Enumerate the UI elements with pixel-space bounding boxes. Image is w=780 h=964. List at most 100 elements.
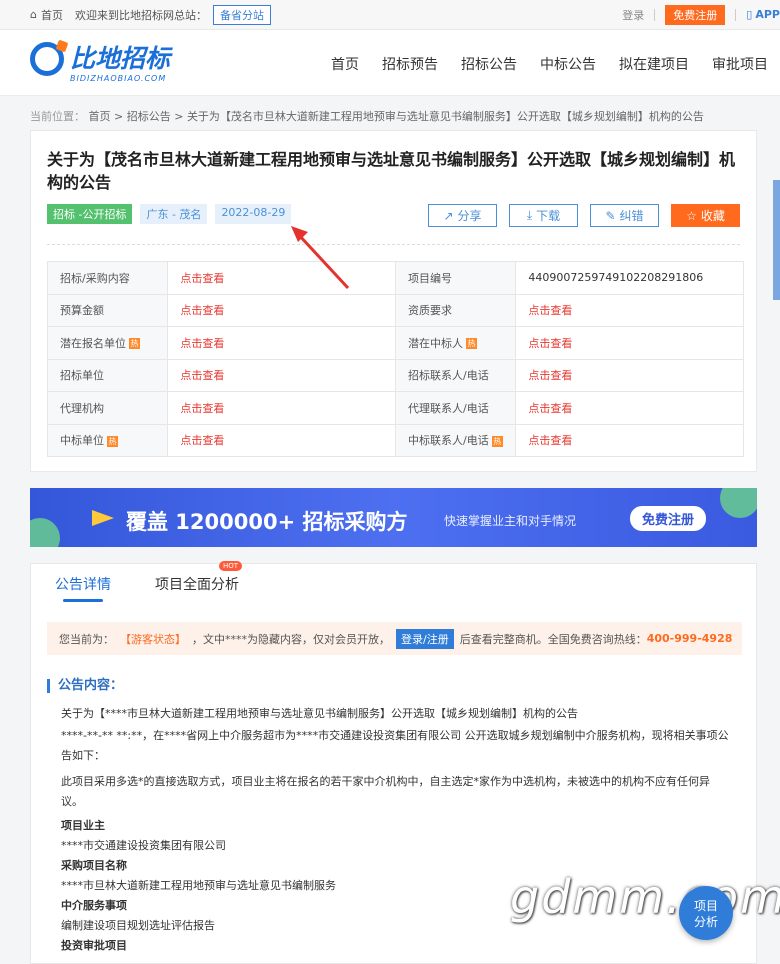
label-agency: 代理机构 (46, 391, 169, 425)
divider (47, 244, 740, 245)
breadcrumb-current: 关于为【茂名市旦林大道新建工程用地预审与选址意见书编制服务】公开选取【城乡规划编… (186, 110, 704, 123)
hot-badge: HOT (219, 561, 243, 571)
hotline-number: 400-999-4928 (646, 632, 733, 645)
branch-button[interactable]: 备省分站 (212, 4, 271, 25)
guest-notice: 您当前为： 【游客状态】 ，文中****为隐藏内容，仅对会员开放， 登录/注册 … (47, 622, 742, 655)
body-line: ****-**-** **:**，在****省网上中介服务超市为****市交通建… (61, 729, 729, 762)
logo-name: 比地招标 (70, 44, 171, 73)
view-link[interactable]: 点击查看 (167, 391, 396, 425)
body-line: 此项目采用多选*的直接选取方式，项目业主将在报名的若干家中介机构中，自主选定*家… (61, 775, 710, 808)
section-title: 公告内容： (47, 679, 123, 693)
table-row: 潜在报名单位热 点击查看 潜在中标人热 点击查看 (46, 326, 744, 360)
nav-approval-projects[interactable]: 审批项目 (712, 54, 768, 74)
nav-home[interactable]: 首页 (331, 54, 359, 74)
favorite-button[interactable]: ☆ 收藏 (671, 204, 740, 227)
logo-mark-icon (30, 42, 64, 76)
watermark: gdmm.com (510, 870, 780, 924)
body-line: ****市交通建设投资集团有限公司 (61, 839, 226, 852)
home-icon: ⌂ (30, 8, 37, 21)
breadcrumb-category[interactable]: 招标公告 (127, 110, 171, 123)
login-register-button[interactable]: 登录/注册 (396, 628, 454, 649)
logo-subtitle: BIDIZHAOBIAO.COM (70, 74, 167, 83)
project-analysis-float-button[interactable]: 项目 分析 (679, 886, 733, 940)
region-badge: 广东 - 茂名 (140, 204, 208, 224)
divider (735, 8, 737, 21)
table-row: 招标单位 点击查看 招标联系人/电话 点击查看 (46, 358, 744, 392)
label-content: 招标/采购内容 (46, 261, 169, 295)
download-icon: ⤓ (526, 208, 533, 222)
nav-award-notice[interactable]: 中标公告 (540, 54, 596, 74)
table-row: 中标单位热 点击查看 中标联系人/电话热 点击查看 (46, 423, 744, 457)
banner-headline: 覆盖 1200000+ 招标采购方 (126, 510, 408, 534)
view-link[interactable]: 点击查看 (167, 358, 396, 392)
register-button[interactable]: 免费注册 (665, 4, 726, 25)
notice-summary-card: 关于为【茂名市旦林大道新建工程用地预审与选址意见书编制服务】公开选取【城乡规划编… (30, 130, 757, 472)
view-link[interactable]: 点击查看 (515, 293, 744, 327)
banner-subtext: 快速掌握业主和对手情况 (444, 514, 577, 528)
leaf-decoration (720, 488, 757, 518)
site-header: 比地招标 BIDIZHAOBIAO.COM 首页 招标预告 招标公告 中标公告 … (0, 30, 780, 96)
date-badge: 2022-08-29 (215, 204, 292, 224)
share-icon: ↗ (443, 208, 454, 223)
info-table: 招标/采购内容 点击查看 项目编号 4409007259749102208291… (46, 261, 744, 457)
body-line: 关于为【****市旦林大道新建工程用地预审与选址意见书编制服务】公开选取【城乡规… (61, 707, 578, 720)
correct-button[interactable]: ✎ 纠错 (590, 204, 659, 227)
label-potential-applicants: 潜在报名单位热 (46, 326, 169, 360)
hot-icon: 热 (129, 338, 140, 350)
view-link[interactable]: 点击查看 (167, 293, 396, 327)
guest-status: 【游客状态】 (120, 632, 186, 646)
leaf-decoration (30, 518, 60, 547)
label-tenderer: 招标单位 (46, 358, 169, 392)
page-title: 关于为【茂名市旦林大道新建工程用地预审与选址意见书编制服务】公开选取【城乡规划编… (47, 150, 736, 192)
hot-icon: 热 (465, 338, 477, 350)
login-link[interactable]: 登录 (622, 7, 644, 23)
table-row: 预算金额 点击查看 资质要求 点击查看 (46, 293, 744, 327)
label-winner-contact: 中标联系人/电话热 (394, 423, 517, 457)
breadcrumb-home[interactable]: 首页 (89, 110, 111, 123)
view-link[interactable]: 点击查看 (167, 261, 396, 295)
red-arrow-annotation (291, 226, 350, 290)
view-link[interactable]: 点击查看 (515, 423, 744, 457)
tab-detail[interactable]: 公告详情 (55, 574, 111, 602)
body-heading: 投资审批项目 (61, 939, 127, 952)
label-agency-contact: 代理联系人/电话 (394, 391, 517, 425)
body-heading: 项目业主 (61, 819, 105, 832)
promo-banner[interactable]: 覆盖 1200000+ 招标采购方 快速掌握业主和对手情况 免费注册 (30, 488, 757, 547)
side-panel-edge (773, 180, 780, 300)
download-button[interactable]: ⤓ 下载 (509, 204, 578, 227)
label-winner: 中标单位热 (46, 423, 169, 457)
share-button[interactable]: ↗ 分享 (428, 204, 497, 227)
view-link[interactable]: 点击查看 (167, 423, 396, 457)
label-budget: 预算金额 (46, 293, 169, 327)
breadcrumb: 当前位置： 首页 > 招标公告 > 关于为【茂名市旦林大道新建工程用地预审与选址… (30, 110, 704, 123)
phone-icon: ▯ (746, 8, 753, 21)
home-link[interactable]: ⌂ 首页 (30, 7, 63, 23)
tab-analysis[interactable]: 项目全面分析 (155, 574, 239, 594)
project-number: 440900725974910220829180​6 (515, 261, 744, 295)
view-link[interactable]: 点击查看 (515, 358, 744, 392)
nav-planned-projects[interactable]: 拟在建项目 (619, 54, 689, 74)
paper-plane-icon (92, 510, 114, 526)
view-link[interactable]: 点击查看 (515, 391, 744, 425)
label-project-number: 项目编号 (394, 261, 517, 295)
table-row: 代理机构 点击查看 代理联系人/电话 点击查看 (46, 391, 744, 425)
hot-icon: 热 (107, 435, 118, 447)
edit-icon: ✎ (605, 208, 616, 223)
label-tender-contact: 招标联系人/电话 (394, 358, 517, 392)
table-row: 招标/采购内容 点击查看 项目编号 4409007259749102208291… (46, 261, 744, 295)
app-link[interactable]: ▯ APP (746, 8, 780, 21)
hot-icon: 热 (491, 435, 503, 447)
banner-register-button[interactable]: 免费注册 (630, 506, 707, 531)
welcome-text: 欢迎来到比地招标网总站： (74, 8, 207, 22)
star-icon: ☆ (686, 208, 697, 223)
detail-tabs: 公告详情 项目全面分析 HOT (30, 561, 757, 605)
nav-tender-preview[interactable]: 招标预告 (382, 54, 438, 74)
view-link[interactable]: 点击查看 (167, 326, 396, 360)
label-potential-winner: 潜在中标人热 (394, 326, 517, 360)
nav-tender-notice[interactable]: 招标公告 (461, 54, 517, 74)
site-logo[interactable]: 比地招标 BIDIZHAOBIAO.COM (30, 42, 171, 83)
main-nav: 首页 招标预告 招标公告 中标公告 拟在建项目 审批项目 (331, 54, 768, 74)
label-qualification: 资质要求 (394, 293, 517, 327)
top-bar: ⌂ 首页 欢迎来到比地招标网总站： 备省分站 登录 免费注册 ▯ APP (0, 0, 780, 30)
view-link[interactable]: 点击查看 (515, 326, 744, 360)
